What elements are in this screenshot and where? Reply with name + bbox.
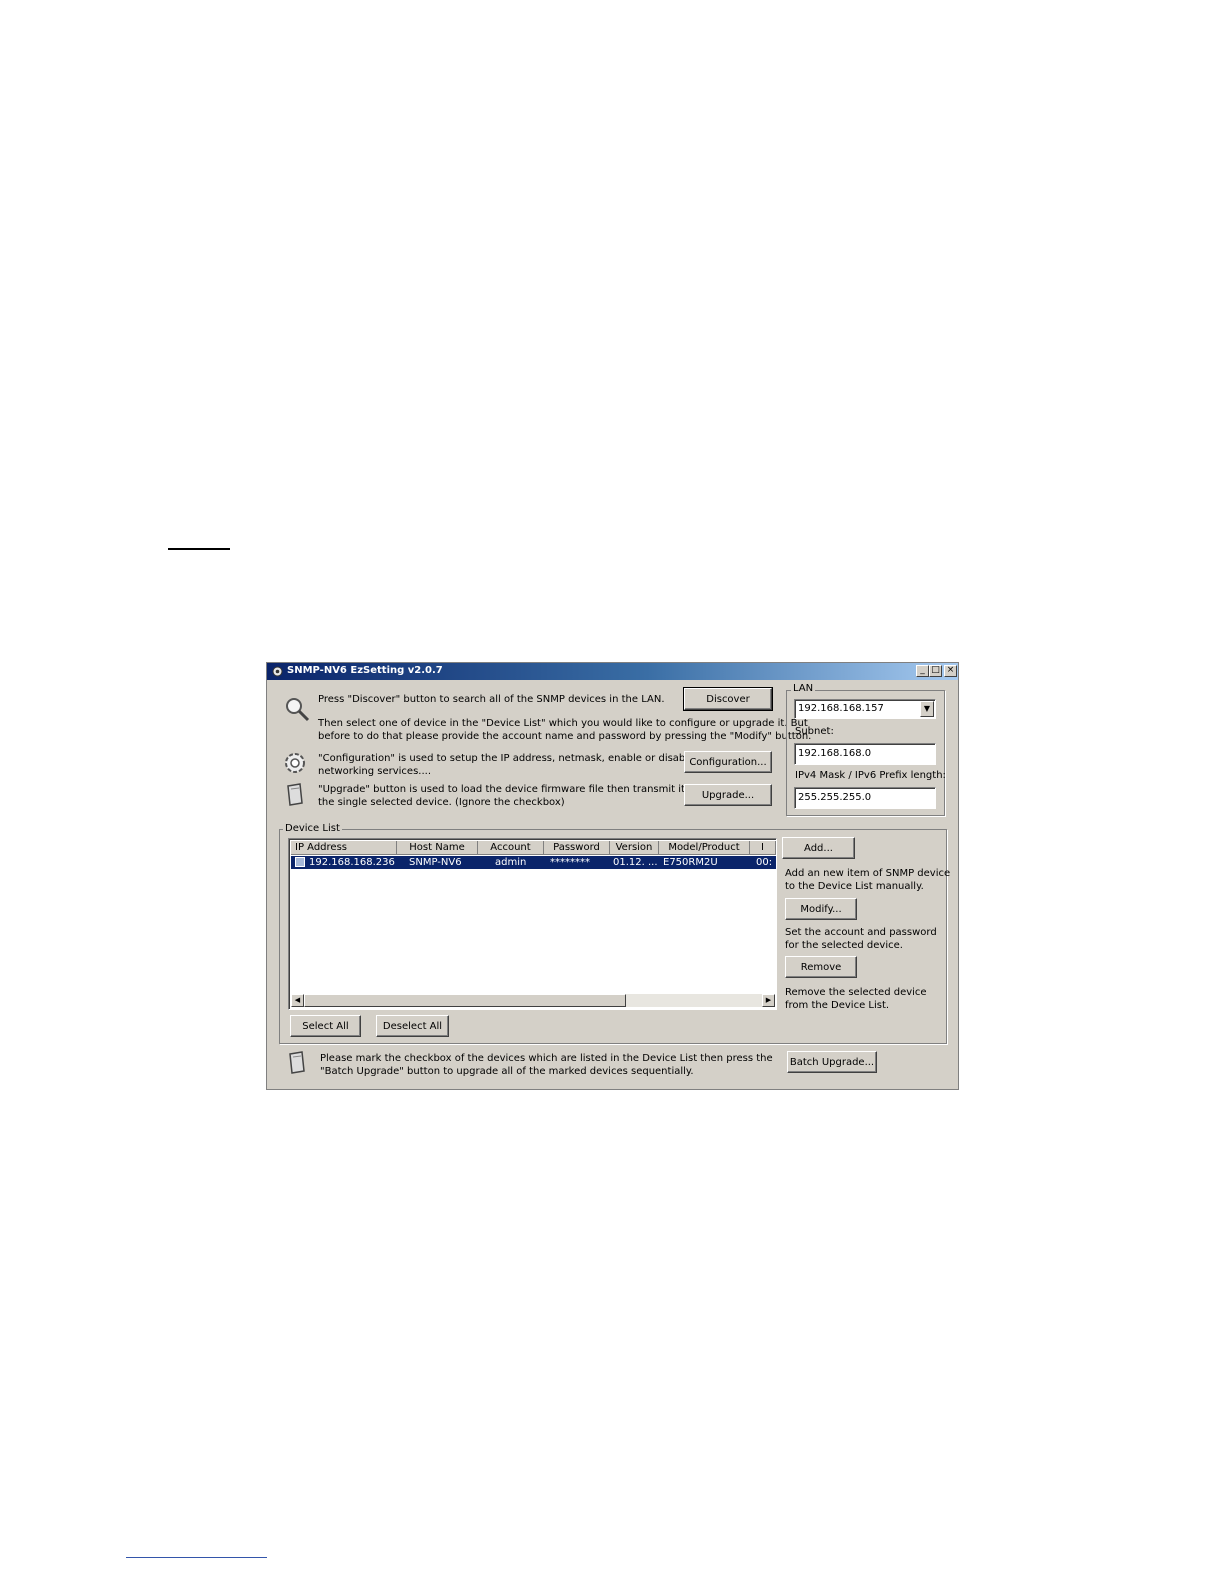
ezsetting-window: SNMP-NV6 EzSetting v2.0.7 _ □ × Press "D… xyxy=(266,662,959,1090)
footnote-rule xyxy=(126,1557,267,1558)
column-header-password[interactable]: Password xyxy=(544,841,610,855)
config-description-line2: networking services.... xyxy=(318,766,431,777)
column-header-version[interactable]: Version xyxy=(610,841,659,855)
cell-ip: 192.168.168.236 xyxy=(309,857,395,868)
scroll-left-icon[interactable]: ◀ xyxy=(291,994,304,1007)
close-button[interactable]: × xyxy=(944,665,957,677)
add-description-line1: Add an new item of SNMP device xyxy=(785,868,951,879)
mask-field[interactable]: 255.255.255.0 xyxy=(794,787,936,809)
window-title: SNMP-NV6 EzSetting v2.0.7 xyxy=(287,665,443,676)
discover-button[interactable]: Discover xyxy=(683,687,773,711)
upgrade-button[interactable]: Upgrade... xyxy=(684,784,772,806)
cell-host: SNMP-NV6 xyxy=(409,857,462,868)
scroll-thumb[interactable] xyxy=(304,994,626,1007)
cell-model: E750RM2U xyxy=(663,857,718,868)
add-description-line2: to the Device List manually. xyxy=(785,881,924,892)
column-header-host[interactable]: Host Name xyxy=(397,841,478,855)
cell-version: 01.12. ... xyxy=(613,857,658,868)
deselect-all-button[interactable]: Deselect All xyxy=(376,1015,449,1037)
upgrade-description-line2: the single selected device. (Ignore the … xyxy=(318,797,565,808)
batch-description-line2: "Batch Upgrade" button to upgrade all of… xyxy=(320,1066,694,1077)
minimize-button[interactable]: _ xyxy=(916,665,929,677)
batch-description-line1: Please mark the checkbox of the devices … xyxy=(320,1053,773,1064)
device-list-view[interactable]: IP Address Host Name Account Password Ve… xyxy=(288,838,777,1010)
app-gear-icon xyxy=(272,666,283,677)
configuration-gear-icon xyxy=(285,753,305,773)
select-description-line2: before to do that please provide the acc… xyxy=(318,731,812,742)
mask-label: IPv4 Mask / IPv6 Prefix length: xyxy=(795,770,946,781)
column-header-extra[interactable]: I xyxy=(750,841,776,855)
subnet-field[interactable]: 192.168.168.0 xyxy=(794,743,936,765)
modify-description-line2: for the selected device. xyxy=(785,940,903,951)
cell-extra: 00: xyxy=(756,857,773,868)
discover-description: Press "Discover" button to search all of… xyxy=(318,694,665,705)
maximize-button[interactable]: □ xyxy=(929,665,942,677)
modify-description-line1: Set the account and password xyxy=(785,927,937,938)
upgrade-description-line1: "Upgrade" button is used to load the dev… xyxy=(318,784,699,795)
subnet-label: Subnet: xyxy=(795,726,834,737)
column-header-account[interactable]: Account xyxy=(478,841,544,855)
lan-combobox-value: 192.168.168.157 xyxy=(798,703,884,714)
cell-account: admin xyxy=(495,857,527,868)
firmware-chip-icon xyxy=(287,783,303,806)
modify-button[interactable]: Modify... xyxy=(785,898,857,920)
remove-description-line1: Remove the selected device xyxy=(785,987,927,998)
column-header-ip[interactable]: IP Address xyxy=(291,841,397,855)
config-description-line1: "Configuration" is used to setup the IP … xyxy=(318,753,695,764)
configuration-button[interactable]: Configuration... xyxy=(684,751,772,773)
page-underline-rule xyxy=(168,548,230,550)
batch-upgrade-button[interactable]: Batch Upgrade... xyxy=(787,1051,877,1073)
horizontal-scrollbar[interactable]: ◀ ▶ xyxy=(291,994,775,1007)
lan-combobox[interactable]: 192.168.168.157 ▼ xyxy=(794,699,936,719)
column-header-model[interactable]: Model/Product xyxy=(659,841,750,855)
device-list-group-label: Device List xyxy=(283,823,342,835)
select-description-line1: Then select one of device in the "Device… xyxy=(318,718,808,729)
title-bar[interactable]: SNMP-NV6 EzSetting v2.0.7 _ □ × xyxy=(267,663,958,680)
add-button[interactable]: Add... xyxy=(782,837,855,859)
table-row[interactable]: 192.168.168.236 SNMP-NV6 admin ******** … xyxy=(291,856,776,869)
dropdown-arrow-icon[interactable]: ▼ xyxy=(920,701,934,717)
select-all-button[interactable]: Select All xyxy=(290,1015,361,1037)
cell-password: ******** xyxy=(550,857,590,868)
magnifier-icon xyxy=(286,698,310,722)
remove-description-line2: from the Device List. xyxy=(785,1000,890,1011)
remove-button[interactable]: Remove xyxy=(785,956,857,978)
scroll-right-icon[interactable]: ▶ xyxy=(762,994,775,1007)
batch-firmware-icon xyxy=(289,1051,305,1074)
row-checkbox[interactable] xyxy=(295,857,305,867)
lan-group-label: LAN xyxy=(791,683,816,695)
